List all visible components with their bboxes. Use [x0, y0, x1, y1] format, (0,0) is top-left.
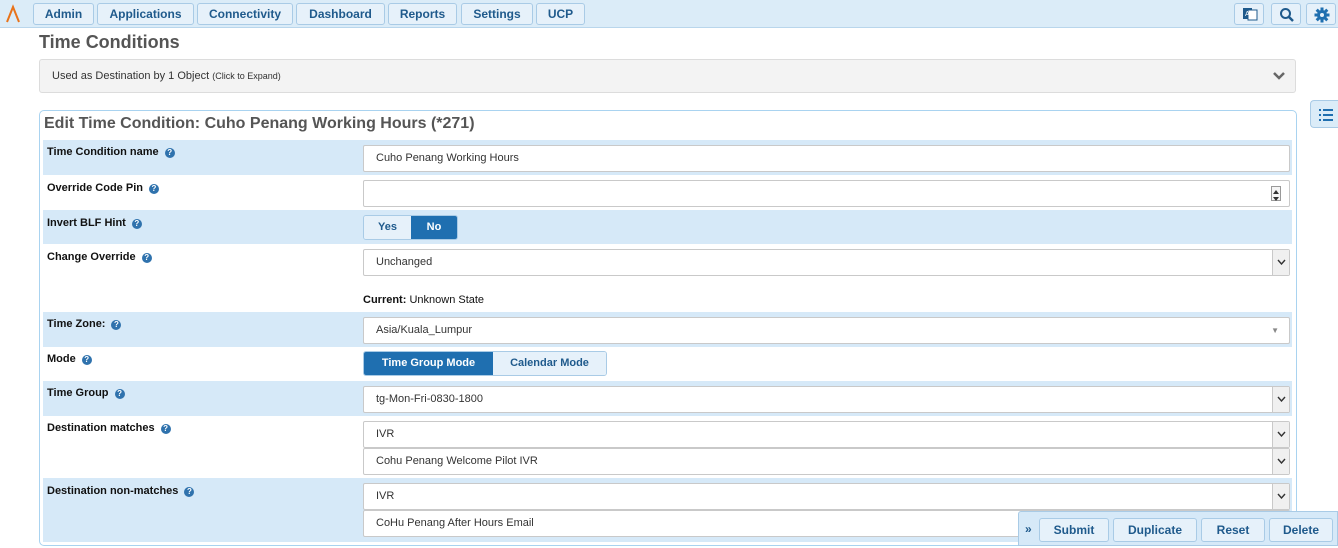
dest-match-type-value: IVR [376, 428, 395, 440]
chevron-down-icon [1277, 259, 1286, 265]
form-title: Edit Time Condition: Cuho Penang Working… [44, 115, 475, 132]
time-condition-name-input[interactable]: Cuho Penang Working Hours [363, 145, 1290, 172]
name-label: Time Condition name [47, 146, 159, 158]
dropdown-arrow-icon: ▼ [1271, 326, 1279, 335]
dest-match-label: Destination matches [47, 422, 155, 434]
time-group-mode-option[interactable]: Time Group Mode [364, 352, 493, 375]
freepbx-logo-icon[interactable] [5, 4, 21, 24]
search-button[interactable] [1271, 3, 1301, 25]
nav-dashboard[interactable]: Dashboard [296, 3, 385, 25]
time-group-label: Time Group [47, 387, 109, 399]
change-override-label: Change Override [47, 251, 136, 263]
invert-blf-toggle: Yes No [363, 215, 458, 240]
timezone-select[interactable]: Asia/Kuala_Lumpur ▼ [363, 317, 1290, 344]
time-group-select[interactable]: tg-Mon-Fri-0830-1800 [363, 386, 1290, 413]
language-icon: A [1243, 8, 1258, 21]
invert-blf-no-option[interactable]: No [411, 216, 457, 239]
mode-toggle: Time Group Mode Calendar Mode [363, 351, 607, 376]
settings-button[interactable] [1306, 3, 1336, 25]
calendar-mode-option[interactable]: Calendar Mode [493, 352, 606, 375]
chevron-down-icon [1277, 396, 1286, 402]
used-as-destination-bar[interactable]: Used as Destination by 1 Object (Click t… [39, 59, 1296, 93]
override-pin-label: Override Code Pin [47, 182, 143, 194]
destination-text: Used as Destination by 1 Object [52, 70, 210, 82]
top-nav-bar: Admin Applications Connectivity Dashboar… [0, 0, 1338, 28]
collapse-arrows-icon[interactable]: » [1025, 522, 1032, 536]
help-icon[interactable]: ? [148, 184, 159, 194]
help-icon[interactable]: ? [81, 355, 92, 365]
chevron-down-icon [1277, 458, 1286, 464]
dest-nonmatch-label: Destination non-matches [47, 485, 179, 497]
change-override-value: Unchanged [376, 256, 433, 268]
nav-reports[interactable]: Reports [388, 3, 457, 25]
dest-nonmatch-target-value: CoHu Penang After Hours Email [376, 517, 534, 529]
dest-nonmatch-type-value: IVR [376, 490, 395, 502]
chevron-down-icon[interactable] [1273, 71, 1285, 81]
nav-applications[interactable]: Applications [97, 3, 194, 25]
row-invert-blf [43, 210, 1292, 244]
list-icon [1319, 109, 1333, 121]
side-nav-toggle[interactable] [1310, 100, 1338, 128]
timezone-value: Asia/Kuala_Lumpur [376, 324, 473, 336]
dest-match-target-value: Cohu Penang Welcome Pilot IVR [376, 455, 538, 467]
number-spinner-icon[interactable] [1271, 186, 1281, 201]
language-button[interactable]: A [1234, 3, 1264, 25]
delete-button[interactable]: Delete [1269, 518, 1333, 542]
help-icon[interactable]: ? [111, 320, 122, 330]
nav-ucp[interactable]: UCP [536, 3, 585, 25]
page-title: Time Conditions [39, 32, 180, 52]
expand-hint: (Click to Expand) [212, 71, 281, 81]
nav-settings[interactable]: Settings [461, 3, 533, 25]
nav-connectivity[interactable]: Connectivity [197, 3, 293, 25]
change-override-select[interactable]: Unchanged [363, 249, 1290, 276]
help-icon[interactable]: ? [141, 253, 152, 263]
override-code-pin-input[interactable] [363, 180, 1290, 207]
svg-text:A: A [1245, 11, 1250, 18]
reset-button[interactable]: Reset [1201, 518, 1265, 542]
search-icon [1280, 8, 1294, 22]
time-group-value: tg-Mon-Fri-0830-1800 [376, 393, 483, 405]
mode-label: Mode [47, 353, 76, 365]
dest-match-target-select[interactable]: Cohu Penang Welcome Pilot IVR [363, 448, 1290, 475]
dest-nonmatch-type-select[interactable]: IVR [363, 483, 1290, 510]
invert-blf-yes-option[interactable]: Yes [364, 216, 411, 239]
duplicate-button[interactable]: Duplicate [1113, 518, 1197, 542]
help-icon[interactable]: ? [131, 219, 142, 229]
gear-icon [1314, 7, 1330, 23]
invert-blf-label: Invert BLF Hint [47, 217, 126, 229]
dest-match-type-select[interactable]: IVR [363, 421, 1290, 448]
chevron-down-icon [1277, 431, 1286, 437]
action-bar: » Submit Duplicate Reset Delete [1018, 511, 1338, 546]
help-icon[interactable]: ? [160, 424, 171, 434]
chevron-down-icon [1277, 493, 1286, 499]
help-icon[interactable]: ? [164, 148, 175, 158]
current-override-state: Current: Unknown State [363, 294, 485, 306]
nav-admin[interactable]: Admin [33, 3, 94, 25]
help-icon[interactable]: ? [114, 389, 125, 399]
timezone-label: Time Zone: [47, 318, 106, 330]
help-icon[interactable]: ? [184, 487, 195, 497]
submit-button[interactable]: Submit [1039, 518, 1109, 542]
